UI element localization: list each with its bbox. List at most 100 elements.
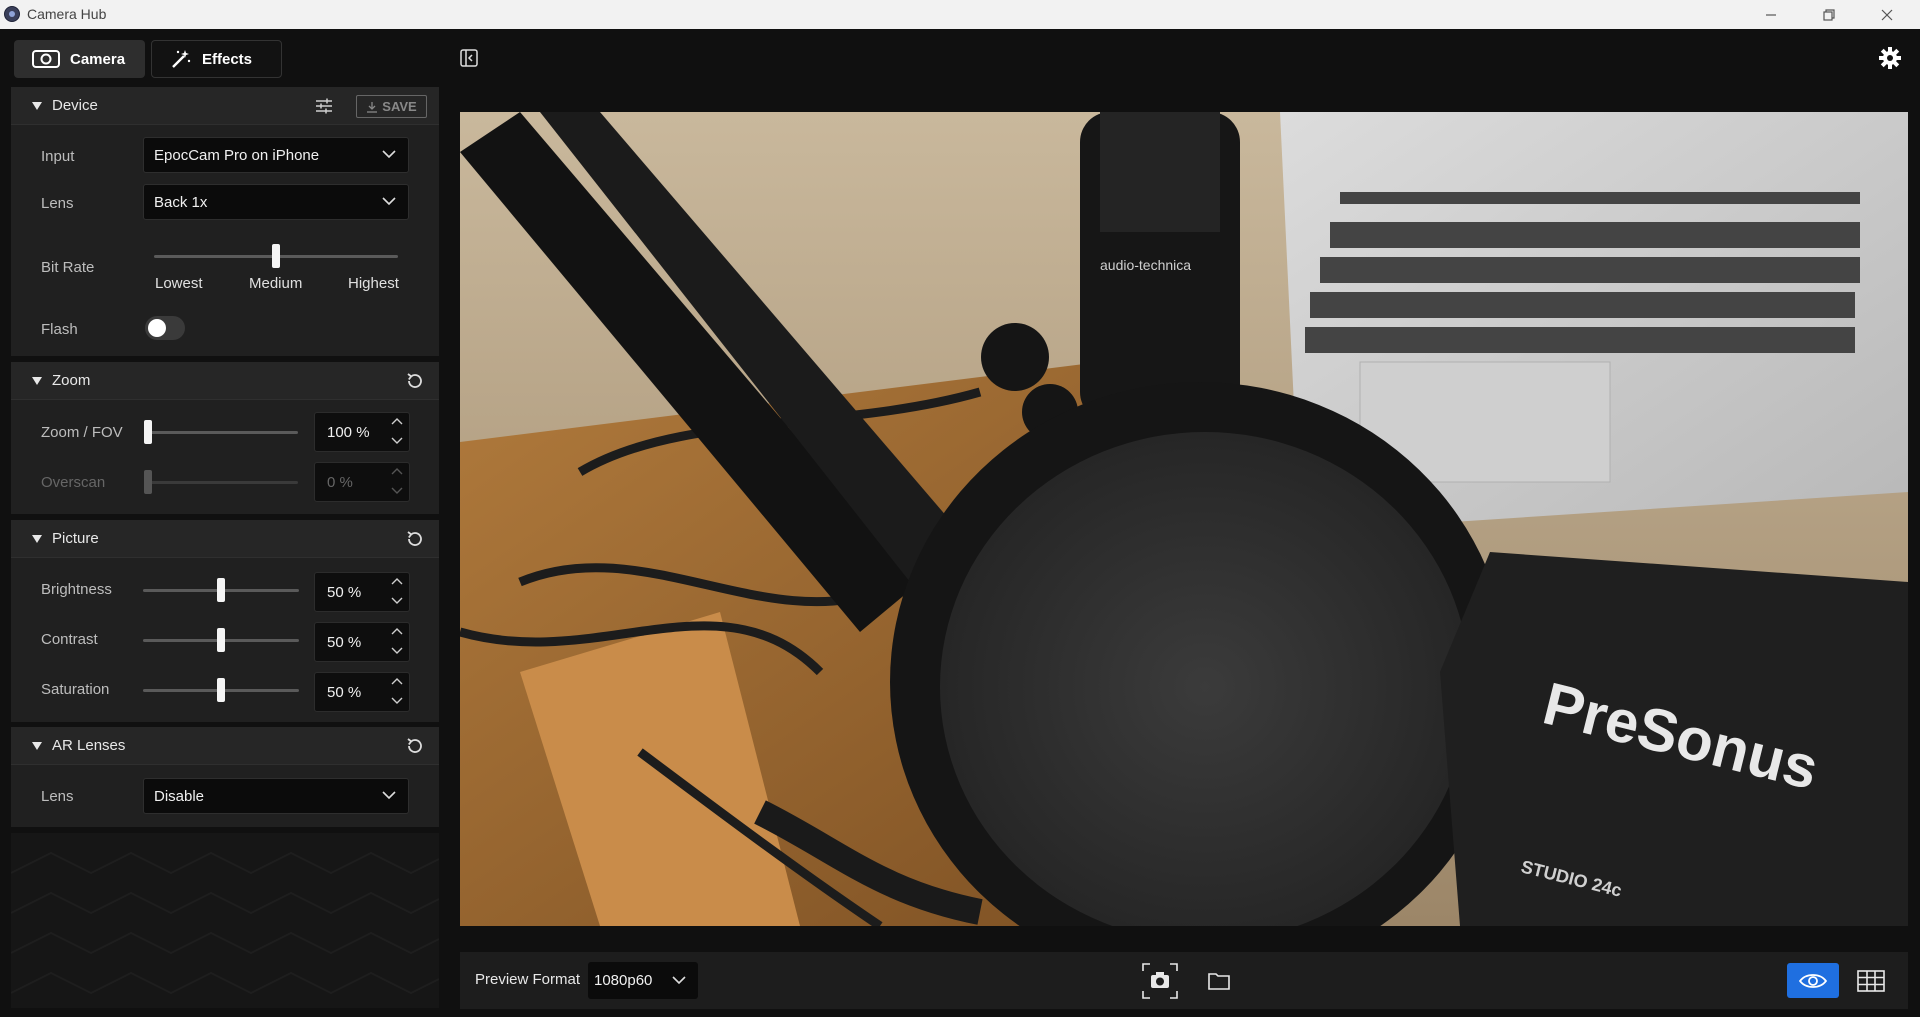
eye-icon bbox=[1799, 973, 1827, 988]
collapse-triangle-icon[interactable] bbox=[32, 102, 42, 110]
collapse-panel-icon[interactable] bbox=[460, 49, 478, 67]
ar-lens-value: Disable bbox=[154, 788, 205, 805]
folder-icon bbox=[1208, 973, 1230, 990]
chevron-down-icon bbox=[382, 197, 396, 206]
overscan-value: 0 % bbox=[327, 474, 353, 491]
save-label: SAVE bbox=[382, 99, 417, 114]
brightness-slider-thumb[interactable] bbox=[217, 578, 225, 602]
zoom-title: Zoom bbox=[52, 372, 91, 389]
chevron-down-icon[interactable] bbox=[391, 437, 403, 445]
title-bar: Camera Hub bbox=[0, 0, 1920, 29]
chevron-down-icon bbox=[382, 150, 396, 159]
input-label: Input bbox=[41, 148, 75, 165]
window-title: Camera Hub bbox=[27, 6, 107, 22]
reset-icon[interactable] bbox=[405, 736, 425, 756]
magic-wand-icon bbox=[172, 50, 191, 68]
app-icon bbox=[4, 6, 20, 22]
tab-camera-label: Camera bbox=[70, 50, 126, 68]
restore-button[interactable] bbox=[1806, 0, 1852, 29]
bitrate-tick-medium: Medium bbox=[249, 275, 303, 292]
chevron-up-icon[interactable] bbox=[391, 577, 403, 585]
input-value: EpocCam Pro on iPhone bbox=[154, 147, 320, 164]
saturation-slider-thumb[interactable] bbox=[217, 678, 225, 702]
lens-label: Lens bbox=[41, 195, 74, 212]
tab-effects[interactable]: Effects bbox=[151, 40, 282, 78]
bitrate-slider-thumb[interactable] bbox=[272, 244, 280, 268]
ar-lens-label: Lens bbox=[41, 788, 74, 805]
snapshot-camera-icon bbox=[1142, 963, 1178, 999]
device-header[interactable]: Device SAVE bbox=[11, 87, 439, 125]
overscan-slider-thumb bbox=[144, 470, 152, 494]
input-select[interactable]: EpocCam Pro on iPhone bbox=[143, 137, 409, 173]
chevron-down-icon[interactable] bbox=[391, 697, 403, 705]
lens-select[interactable]: Back 1x bbox=[143, 184, 409, 220]
zoom-value: 100 % bbox=[327, 424, 370, 441]
close-button[interactable] bbox=[1864, 0, 1910, 29]
contrast-label: Contrast bbox=[41, 631, 98, 648]
snapshot-button[interactable] bbox=[1141, 962, 1179, 1000]
preview-format-select[interactable]: 1080p60 bbox=[588, 962, 698, 999]
zoom-slider-track[interactable] bbox=[146, 431, 298, 434]
open-folder-button[interactable] bbox=[1205, 967, 1233, 995]
saturation-value: 50 % bbox=[327, 684, 362, 701]
brightness-stepper[interactable]: 50 % bbox=[314, 572, 410, 612]
tab-camera[interactable]: Camera bbox=[14, 40, 145, 78]
lens-value: Back 1x bbox=[154, 194, 208, 211]
brightness-value: 50 % bbox=[327, 584, 362, 601]
reset-icon[interactable] bbox=[405, 371, 425, 391]
bottom-toolbar: Preview Format 1080p60 bbox=[460, 952, 1908, 1009]
saturation-stepper[interactable]: 50 % bbox=[314, 672, 410, 712]
bitrate-tick-highest: Highest bbox=[348, 275, 399, 292]
decorative-pattern bbox=[10, 833, 440, 1008]
gear-icon[interactable] bbox=[1879, 47, 1901, 69]
picture-title: Picture bbox=[52, 530, 99, 547]
chevron-down-icon bbox=[672, 976, 686, 985]
grid-icon bbox=[1857, 969, 1885, 992]
save-button[interactable]: SAVE bbox=[356, 95, 427, 118]
ar-lenses-header[interactable]: AR Lenses bbox=[11, 727, 439, 765]
chevron-down-icon bbox=[382, 791, 396, 800]
overscan-stepper: 0 % bbox=[314, 462, 410, 502]
bitrate-label: Bit Rate bbox=[41, 259, 95, 276]
tab-effects-label: Effects bbox=[202, 50, 253, 68]
minimize-button[interactable] bbox=[1748, 0, 1794, 29]
settings-sliders-icon[interactable] bbox=[315, 97, 333, 115]
ar-lenses-title: AR Lenses bbox=[52, 737, 126, 754]
collapse-triangle-icon[interactable] bbox=[32, 535, 42, 543]
zoom-header[interactable]: Zoom bbox=[11, 362, 439, 400]
zoom-slider-thumb[interactable] bbox=[144, 420, 152, 444]
chevron-up-icon[interactable] bbox=[391, 627, 403, 635]
chevron-down-icon bbox=[391, 487, 403, 494]
zoom-section: Zoom Zoom / FOV 100 % Overscan 0 % bbox=[11, 362, 439, 514]
chevron-down-icon[interactable] bbox=[391, 597, 403, 605]
zoom-fov-label: Zoom / FOV bbox=[41, 424, 123, 441]
chevron-down-icon[interactable] bbox=[391, 647, 403, 655]
download-icon bbox=[367, 101, 378, 113]
overscan-label: Overscan bbox=[41, 474, 106, 491]
mic-brand-text: audio-technica bbox=[1100, 257, 1191, 273]
chevron-up-icon[interactable] bbox=[391, 677, 403, 685]
chevron-up-icon[interactable] bbox=[391, 417, 403, 425]
flash-label: Flash bbox=[41, 321, 78, 338]
collapse-triangle-icon[interactable] bbox=[32, 377, 42, 385]
flash-toggle[interactable] bbox=[145, 316, 185, 340]
zoom-stepper[interactable]: 100 % bbox=[314, 412, 410, 452]
reset-icon[interactable] bbox=[405, 529, 425, 549]
brightness-label: Brightness bbox=[41, 581, 112, 598]
contrast-slider-thumb[interactable] bbox=[217, 628, 225, 652]
device-title: Device bbox=[52, 97, 98, 114]
chevron-up-icon bbox=[391, 468, 403, 475]
saturation-label: Saturation bbox=[41, 681, 110, 698]
device-section: Device SAVE Input EpocCam Pro on iPhone … bbox=[11, 87, 439, 356]
camera-preview: audio-technica PreSonus STUDIO 24c bbox=[460, 112, 1908, 926]
grid-overlay-button[interactable] bbox=[1845, 963, 1897, 998]
preview-toggle-button[interactable] bbox=[1787, 963, 1839, 998]
bitrate-tick-lowest: Lowest bbox=[155, 275, 203, 292]
picture-header[interactable]: Picture bbox=[11, 520, 439, 558]
contrast-stepper[interactable]: 50 % bbox=[314, 622, 410, 662]
preview-format-label: Preview Format bbox=[475, 971, 581, 988]
ar-lens-select[interactable]: Disable bbox=[143, 778, 409, 814]
collapse-triangle-icon[interactable] bbox=[32, 742, 42, 750]
preview-format-value: 1080p60 bbox=[594, 972, 653, 989]
overscan-slider-track bbox=[146, 481, 298, 484]
